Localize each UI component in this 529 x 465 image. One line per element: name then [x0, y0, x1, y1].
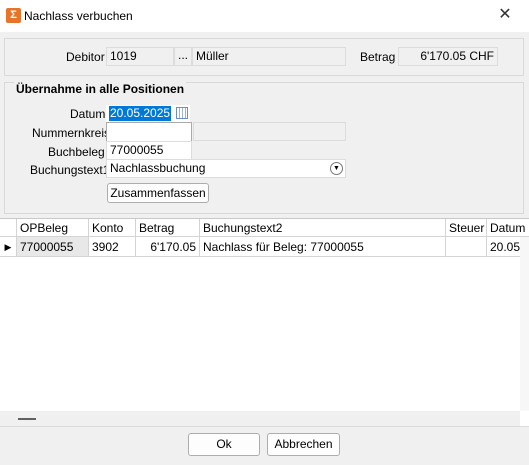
close-icon[interactable]: ✕: [497, 7, 513, 23]
debitor-label: Debitor: [66, 50, 105, 64]
vertical-scrollbar[interactable]: [520, 237, 529, 411]
datum-value: 20.05.2025: [109, 106, 172, 121]
chevron-down-icon[interactable]: ▼: [330, 162, 343, 175]
nummernkreis-field[interactable]: [106, 122, 192, 142]
buchbeleg-field[interactable]: 77000055: [106, 141, 192, 161]
abbrechen-button[interactable]: Abbrechen: [267, 433, 340, 456]
horizontal-scrollbar[interactable]: [0, 411, 520, 427]
nummernkreis-desc-field: [193, 122, 346, 141]
column-header-konto[interactable]: Konto: [89, 219, 136, 237]
window-title: Nachlass verbuchen: [24, 9, 133, 23]
debitor-name-field: Müller: [192, 47, 346, 66]
datum-label: Datum: [70, 107, 106, 121]
column-header-betrag[interactable]: Betrag: [136, 219, 200, 237]
sigma-app-icon: Σ: [6, 8, 21, 23]
cell-opbeleg[interactable]: 77000055: [17, 237, 89, 257]
cell-konto[interactable]: 3902: [89, 237, 136, 257]
buchungstext1-label: Buchungstext1: [30, 163, 110, 177]
calendar-icon[interactable]: [176, 107, 188, 119]
datum-field[interactable]: 20.05.2025: [106, 105, 190, 123]
row-selector[interactable]: ▶: [0, 237, 17, 257]
betrag-label: Betrag: [360, 50, 396, 64]
row-header-corner: [0, 219, 17, 237]
cell-steuer[interactable]: [446, 237, 487, 257]
betrag-field: 6'170.05 CHF: [398, 47, 498, 66]
debitor-browse-button[interactable]: ...: [174, 47, 192, 66]
column-header-steuer[interactable]: Steuer: [446, 219, 487, 237]
ok-button[interactable]: Ok: [188, 433, 260, 456]
debitor-number-field[interactable]: 1019: [106, 47, 174, 66]
nummernkreis-label: Nummernkreis: [32, 126, 111, 140]
group-title: Übernahme in alle Positionen: [14, 82, 187, 96]
column-header-opbeleg[interactable]: OPBeleg: [17, 219, 89, 237]
positions-grid: OPBeleg Konto Betrag Buchungstext2 Steue…: [0, 218, 529, 427]
scrollbar-thumb[interactable]: [18, 418, 36, 420]
column-header-datum[interactable]: Datum: [487, 219, 529, 237]
cell-buchungstext2[interactable]: Nachlass für Beleg: 77000055: [200, 237, 446, 257]
cell-betrag[interactable]: 6'170.05: [136, 237, 200, 257]
column-header-buchungstext2[interactable]: Buchungstext2: [200, 219, 446, 237]
buchungstext1-select[interactable]: Nachlassbuchung: [106, 159, 346, 178]
zusammenfassen-button[interactable]: Zusammenfassen: [107, 183, 209, 203]
buchbeleg-label: Buchbeleg: [48, 145, 105, 159]
footer: [0, 426, 529, 465]
